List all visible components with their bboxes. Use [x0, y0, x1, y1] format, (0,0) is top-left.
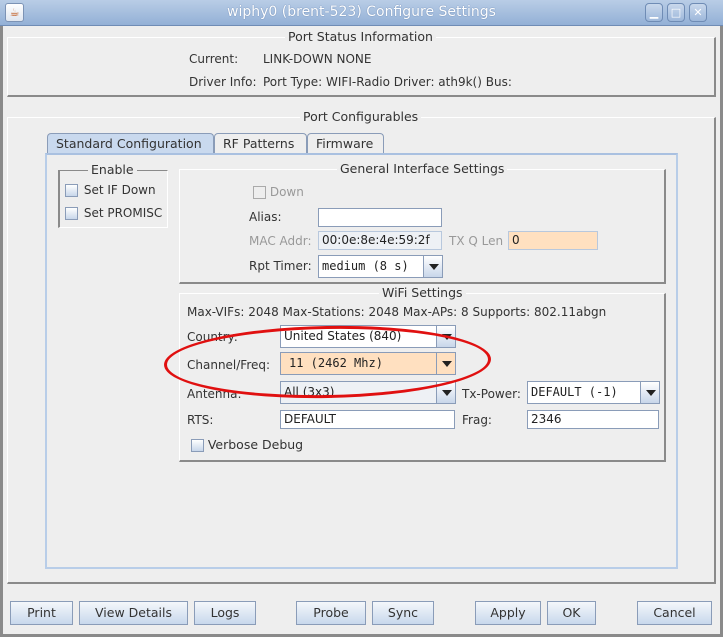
- driver-info-label: Driver Info:: [189, 75, 257, 89]
- mac-addr-label: MAC Addr:: [249, 234, 312, 248]
- wifi-capabilities: Max-VIFs: 2048 Max-Stations: 2048 Max-AP…: [187, 305, 607, 319]
- checkbox-box[interactable]: [65, 207, 78, 220]
- alias-input[interactable]: [318, 208, 442, 227]
- minimize-button[interactable]: ▁: [645, 3, 663, 22]
- print-button[interactable]: Print: [10, 601, 73, 625]
- tx-power-select[interactable]: DEFAULT (-1): [527, 381, 660, 404]
- minimize-icon: ▁: [649, 6, 659, 19]
- frag-label: Frag:: [462, 413, 492, 427]
- port-configurables-legend: Port Configurables: [300, 109, 422, 124]
- tab-firmware[interactable]: Firmware: [307, 133, 384, 154]
- rpt-timer-select[interactable]: medium (8 s): [318, 255, 443, 278]
- tx-q-len-input[interactable]: 0: [508, 231, 598, 250]
- enable-legend: Enable: [88, 162, 137, 177]
- general-interface-legend: General Interface Settings: [337, 161, 508, 176]
- checkbox-box[interactable]: [191, 439, 204, 452]
- window-title: wiphy0 (brent-523) Configure Settings: [227, 4, 496, 20]
- current-label: Current:: [189, 52, 239, 66]
- chevron-down-icon[interactable]: [436, 353, 455, 374]
- country-label: Country:: [187, 330, 238, 344]
- driver-info-value: Port Type: WIFI-Radio Driver: ath9k() Bu…: [263, 75, 512, 89]
- ok-button[interactable]: OK: [547, 601, 596, 625]
- chevron-down-icon[interactable]: [423, 256, 442, 277]
- down-checkbox[interactable]: Down: [253, 185, 304, 199]
- rpt-timer-value: medium (8 s): [322, 259, 409, 273]
- logs-button[interactable]: Logs: [194, 601, 256, 625]
- view-details-button[interactable]: View Details: [79, 601, 188, 625]
- set-promisc-label: Set PROMISC: [83, 206, 163, 220]
- chevron-down-icon[interactable]: [436, 382, 455, 403]
- verbose-debug-checkbox[interactable]: Verbose Debug: [191, 437, 303, 452]
- antenna-select[interactable]: All (3x3): [280, 381, 456, 404]
- probe-button[interactable]: Probe: [296, 601, 366, 625]
- mac-addr-input[interactable]: 00:0e:8e:4e:59:2f: [318, 231, 442, 250]
- tab-rf-patterns[interactable]: RF Patterns: [214, 133, 307, 154]
- chevron-down-icon[interactable]: [640, 382, 659, 403]
- checkbox-box[interactable]: [253, 186, 266, 199]
- down-label: Down: [269, 185, 304, 199]
- tab-standard-configuration[interactable]: Standard Configuration: [47, 133, 214, 154]
- country-value: United States (840): [284, 329, 402, 343]
- chevron-down-icon[interactable]: [436, 326, 455, 347]
- sync-button[interactable]: Sync: [372, 601, 434, 625]
- rts-label: RTS:: [187, 413, 214, 427]
- port-status-legend: Port Status Information: [285, 29, 436, 44]
- maximize-icon: □: [670, 6, 682, 19]
- antenna-label: Antenna:: [187, 387, 242, 401]
- tx-power-value: DEFAULT (-1): [531, 385, 618, 399]
- wifi-settings-legend: WiFi Settings: [379, 285, 466, 300]
- apply-button[interactable]: Apply: [475, 601, 541, 625]
- set-if-down-label: Set IF Down: [83, 183, 156, 197]
- channel-freq-select[interactable]: 11 (2462 Mhz): [280, 352, 456, 375]
- channel-freq-label: Channel/Freq:: [187, 358, 271, 372]
- alias-label: Alias:: [249, 210, 282, 224]
- set-if-down-checkbox[interactable]: Set IF Down: [65, 183, 156, 197]
- close-button[interactable]: ✕: [689, 3, 707, 22]
- title-bar: ☕ wiphy0 (brent-523) Configure Settings …: [0, 0, 723, 26]
- verbose-debug-label: Verbose Debug: [207, 437, 304, 452]
- rpt-timer-label: Rpt Timer:: [249, 259, 312, 273]
- set-promisc-checkbox[interactable]: Set PROMISC: [65, 206, 162, 220]
- cancel-button[interactable]: Cancel: [637, 601, 712, 625]
- tx-power-label: Tx-Power:: [462, 387, 521, 401]
- close-icon: ✕: [693, 6, 703, 19]
- checkbox-box[interactable]: [65, 184, 78, 197]
- tx-q-len-label: TX Q Len: [449, 234, 504, 248]
- channel-freq-value: 11 (2462 Mhz): [289, 356, 383, 370]
- current-value: LINK-DOWN NONE: [263, 52, 372, 66]
- frag-input[interactable]: 2346: [527, 410, 659, 429]
- antenna-value: All (3x3): [284, 385, 335, 399]
- country-select[interactable]: United States (840): [280, 325, 456, 348]
- rts-input[interactable]: DEFAULT: [280, 410, 455, 429]
- maximize-button[interactable]: □: [667, 3, 685, 22]
